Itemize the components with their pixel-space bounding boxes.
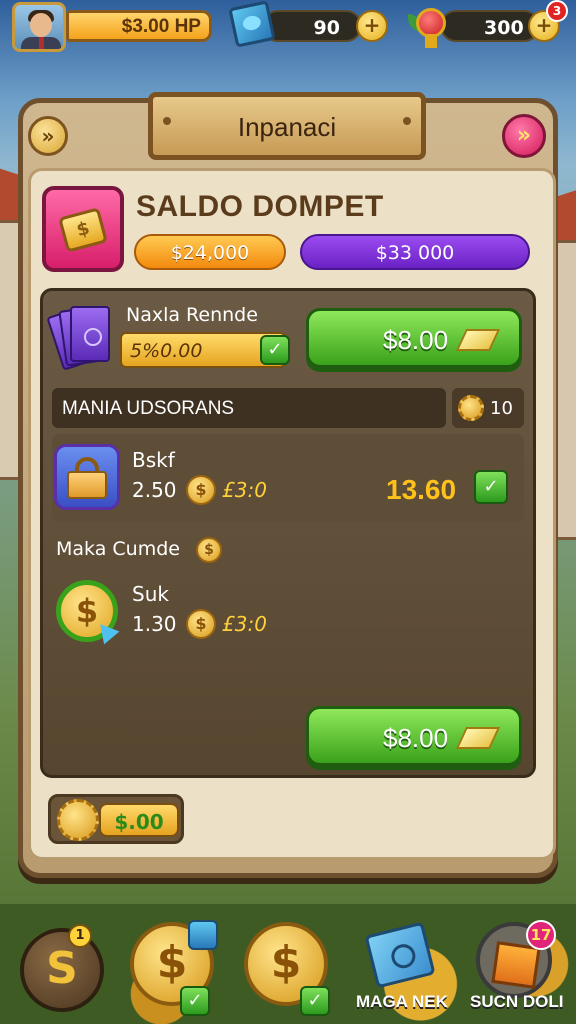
gem-balance-bar: 90 [262,10,362,42]
buy-offer-label: $8.00 [383,325,449,355]
medal-icon [408,4,448,48]
medal-balance-value: 300 [484,17,524,39]
section-header-label: MANIA UDSORANS [62,398,235,419]
buy-bottom-label: $8.00 [383,723,449,753]
top-hud: $3.00 HP 90 + 300 + 3 [0,0,576,56]
double-chevron-down-icon[interactable]: » [28,116,68,156]
gear-coin-icon [458,395,484,421]
dollar-coin-icon: $ [196,537,222,563]
item-check-icon[interactable]: ✓ [474,470,508,504]
item-value: 1.30 [132,612,177,636]
gear-coin-icon [57,799,99,841]
section-count-box: 10 [452,388,524,428]
nav-label-market[interactable]: MAGA NEK [356,992,448,1012]
diamond-icon [455,727,501,749]
nav-s-coin-icon[interactable]: S [20,928,104,1012]
item-price: £3:0 [222,478,267,502]
buy-bottom-button[interactable]: $8.00 [306,706,522,766]
balance-primary-value: $24,000 [170,242,250,264]
dollar-coin-icon: $ [186,475,216,505]
section-count: 10 [490,398,513,419]
nav-gift-badge: 17 [526,920,556,950]
close-icon[interactable]: » [502,114,546,158]
padlock-icon [54,444,120,510]
gem-balance-value: 90 [313,17,340,39]
gem-ticket-icon [228,0,276,48]
nav-s-badge: 1 [68,924,92,948]
player-avatar[interactable] [12,2,66,52]
balance-primary-pill: $24,000 [134,234,286,270]
balance-secondary-pill: $33 000 [300,234,530,270]
balance-secondary-value: $33 000 [375,242,455,264]
panel-title-plank: Inpanaci [148,92,426,160]
maka-label: Maka Cumde [56,538,180,560]
offer-bar-value: 5%0.00 [130,340,203,362]
bottom-nav: S 1 $ ✓ $ ✓ MAGA NEK 17 SUCN DOLI [0,900,576,1024]
nav-cash-icon[interactable] [364,921,436,989]
cash-stack-icon [46,304,110,371]
item-total: 13.60 [386,474,457,505]
nav-check-icon: ✓ [180,986,210,1016]
nav-label-shop[interactable]: SUCN DOLI [470,992,564,1012]
wallet-icon [42,186,124,272]
bottom-coin-slot[interactable]: $.00 [48,794,184,844]
panel-title: Inpanaci [237,112,337,142]
bottom-slot-value: $.00 [114,810,164,834]
buy-offer-button[interactable]: $8.00 [306,308,522,368]
money-balance-bar: $3.00 HP [66,10,212,42]
nav-check-icon: ✓ [300,986,330,1016]
medal-balance-bar: 300 [440,10,540,42]
section-header: MANIA UDSORANS [52,388,446,428]
item-price: £3:0 [222,612,267,636]
item-name: Bskf [132,448,175,472]
money-balance-value: $3.00 HP [121,16,201,37]
diamond-icon [455,329,501,351]
offer-name: Naxla Rennde [126,304,258,326]
offer-check-icon[interactable]: ✓ [260,335,290,365]
add-gems-button[interactable]: + [356,10,388,42]
nav-chip-icon [188,920,218,950]
item-name: Suk [132,582,169,606]
dollar-coin-icon: $ [186,609,216,639]
wallet-title: SALDO DOMPET [136,190,384,223]
notification-badge: 3 [546,0,568,22]
item-value: 2.50 [132,478,177,502]
